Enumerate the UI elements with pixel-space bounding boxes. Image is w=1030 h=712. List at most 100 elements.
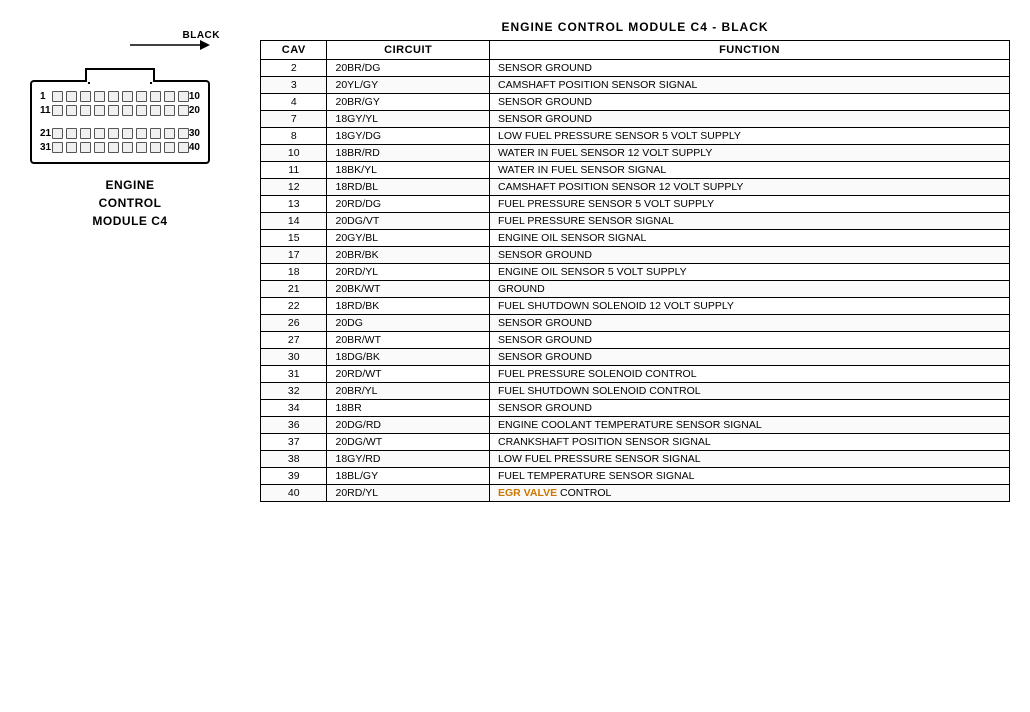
table-row: 3620DG/RDENGINE COOLANT TEMPERATURE SENS… <box>261 417 1010 434</box>
cell-cav: 21 <box>261 281 327 298</box>
table-row: 3918BL/GYFUEL TEMPERATURE SENSOR SIGNAL <box>261 468 1010 485</box>
cell-cav: 34 <box>261 400 327 417</box>
table-row: 420BR/GYSENSOR GROUND <box>261 94 1010 111</box>
table-row: 1520GY/BLENGINE OIL SENSOR SIGNAL <box>261 230 1010 247</box>
cell-cav: 13 <box>261 196 327 213</box>
pin <box>108 105 119 116</box>
cell-circuit: 20BR/GY <box>327 94 490 111</box>
cell-function: SENSOR GROUND <box>489 315 1009 332</box>
pin <box>94 142 105 153</box>
pin <box>136 105 147 116</box>
cell-function: FUEL TEMPERATURE SENSOR SIGNAL <box>489 468 1009 485</box>
pin <box>94 105 105 116</box>
cell-circuit: 20DG/WT <box>327 434 490 451</box>
pin <box>52 142 63 153</box>
pin <box>66 91 77 102</box>
cell-cav: 36 <box>261 417 327 434</box>
cell-function: WATER IN FUEL SENSOR SIGNAL <box>489 162 1009 179</box>
pin-label-right-40: 40 <box>189 142 201 153</box>
table-row: 320YL/GYCAMSHAFT POSITION SENSOR SIGNAL <box>261 77 1010 94</box>
cell-function: SENSOR GROUND <box>489 60 1009 77</box>
cell-circuit: 20BR/WT <box>327 332 490 349</box>
pin <box>80 91 91 102</box>
table-row: 818GY/DGLOW FUEL PRESSURE SENSOR 5 VOLT … <box>261 128 1010 145</box>
pin <box>94 91 105 102</box>
cell-cav: 14 <box>261 213 327 230</box>
table-row: 2218RD/BKFUEL SHUTDOWN SOLENOID 12 VOLT … <box>261 298 1010 315</box>
cell-circuit: 20RD/WT <box>327 366 490 383</box>
pin-row-31-40: 31 40 <box>40 142 200 153</box>
pin-row-1-10: 1 10 <box>40 91 200 102</box>
pin <box>80 142 91 153</box>
table-row: 220BR/DGSENSOR GROUND <box>261 60 1010 77</box>
table-row: 1820RD/YLENGINE OIL SENSOR 5 VOLT SUPPLY <box>261 264 1010 281</box>
pins-31-40 <box>52 142 189 153</box>
cell-function: LOW FUEL PRESSURE SENSOR SIGNAL <box>489 451 1009 468</box>
cell-cav: 7 <box>261 111 327 128</box>
cell-function: FUEL PRESSURE SOLENOID CONTROL <box>489 366 1009 383</box>
pin <box>122 105 133 116</box>
cell-function: CRANKSHAFT POSITION SENSOR SIGNAL <box>489 434 1009 451</box>
pin <box>80 128 91 139</box>
col-cav: CAV <box>261 41 327 60</box>
cell-circuit: 20BR/BK <box>327 247 490 264</box>
cell-function: SENSOR GROUND <box>489 94 1009 111</box>
cell-circuit: 18BK/YL <box>327 162 490 179</box>
cell-circuit: 18GY/YL <box>327 111 490 128</box>
pin <box>164 91 175 102</box>
table-header-row: CAV CIRCUIT FUNCTION <box>261 41 1010 60</box>
pin <box>66 128 77 139</box>
table-row: 1420DG/VTFUEL PRESSURE SENSOR SIGNAL <box>261 213 1010 230</box>
cell-cav: 2 <box>261 60 327 77</box>
pin-label-right-30: 30 <box>189 128 201 139</box>
connector-body: 1 10 11 <box>30 80 210 164</box>
pin <box>164 105 175 116</box>
pin-row-21-30: 21 30 <box>40 128 200 139</box>
cell-circuit: 20GY/BL <box>327 230 490 247</box>
pin <box>108 142 119 153</box>
cell-circuit: 20BK/WT <box>327 281 490 298</box>
cell-circuit: 20YL/GY <box>327 77 490 94</box>
pin-label-right-10: 10 <box>189 91 201 102</box>
table-row: 3818GY/RDLOW FUEL PRESSURE SENSOR SIGNAL <box>261 451 1010 468</box>
table-row: 3418BRSENSOR GROUND <box>261 400 1010 417</box>
cell-circuit: 18GY/RD <box>327 451 490 468</box>
cell-function: GROUND <box>489 281 1009 298</box>
cell-cav: 22 <box>261 298 327 315</box>
cell-circuit: 20DG/VT <box>327 213 490 230</box>
cell-cav: 17 <box>261 247 327 264</box>
table-row: 2620DGSENSOR GROUND <box>261 315 1010 332</box>
cell-cav: 32 <box>261 383 327 400</box>
table-row: 2120BK/WTGROUND <box>261 281 1010 298</box>
cell-cav: 38 <box>261 451 327 468</box>
pin <box>136 128 147 139</box>
pin-label-left-11: 11 <box>40 105 52 116</box>
cell-cav: 26 <box>261 315 327 332</box>
table-row: 1218RD/BLCAMSHAFT POSITION SENSOR 12 VOL… <box>261 179 1010 196</box>
cell-function: FUEL SHUTDOWN SOLENOID 12 VOLT SUPPLY <box>489 298 1009 315</box>
egr-highlight-text: EGR VALVE <box>498 487 557 499</box>
cell-cav: 12 <box>261 179 327 196</box>
pins-21-30 <box>52 128 189 139</box>
pin <box>122 128 133 139</box>
table-row: 1720BR/BKSENSOR GROUND <box>261 247 1010 264</box>
cell-function: SENSOR GROUND <box>489 349 1009 366</box>
pin <box>164 142 175 153</box>
table-row: 3220BR/YLFUEL SHUTDOWN SOLENOID CONTROL <box>261 383 1010 400</box>
connector-diagram: BLACK 1 <box>30 30 230 164</box>
pin <box>178 91 189 102</box>
cell-function: LOW FUEL PRESSURE SENSOR 5 VOLT SUPPLY <box>489 128 1009 145</box>
right-panel: ENGINE CONTROL MODULE C4 - BLACK CAV CIR… <box>240 20 1010 502</box>
cell-cav: 39 <box>261 468 327 485</box>
pin <box>108 128 119 139</box>
cell-function: CAMSHAFT POSITION SENSOR SIGNAL <box>489 77 1009 94</box>
pin <box>66 105 77 116</box>
cell-function: SENSOR GROUND <box>489 400 1009 417</box>
pin <box>150 91 161 102</box>
cell-circuit: 18DG/BK <box>327 349 490 366</box>
cell-cav: 31 <box>261 366 327 383</box>
cell-function: ENGINE OIL SENSOR 5 VOLT SUPPLY <box>489 264 1009 281</box>
pin-label-left-21: 21 <box>40 128 52 139</box>
table-row: 4020RD/YLEGR VALVE CONTROL <box>261 485 1010 502</box>
table-title: ENGINE CONTROL MODULE C4 - BLACK <box>260 20 1010 34</box>
